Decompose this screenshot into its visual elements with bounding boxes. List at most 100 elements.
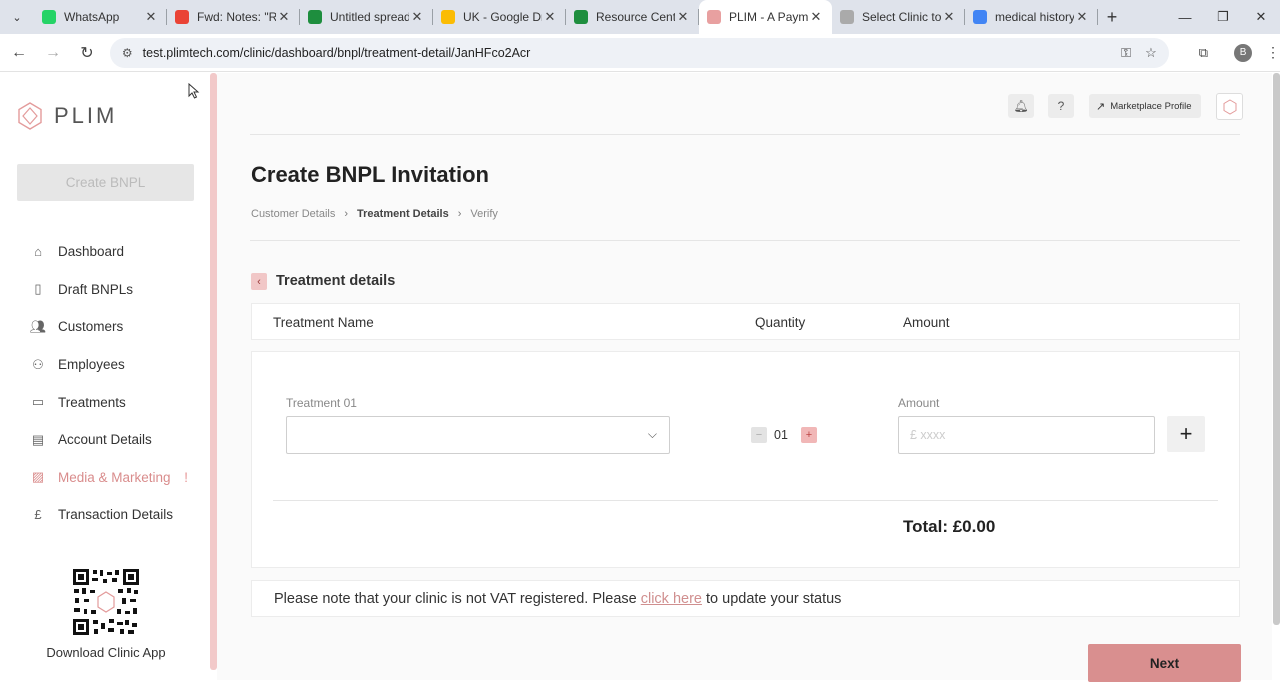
profile-avatar[interactable]: B: [1234, 43, 1253, 62]
vat-note-prefix: Please note that your clinic is not VAT …: [274, 591, 637, 607]
tab-close-icon[interactable]: ✕: [542, 9, 558, 25]
browser-tab[interactable]: UK - Google Drive✕: [433, 0, 566, 34]
sidebar-item-employees[interactable]: ⚇ Employees: [30, 346, 190, 384]
tab-title: Fwd: Notes: "Re:: [197, 10, 276, 24]
chevron-down-icon: ⌵: [647, 427, 657, 441]
vat-note-suffix: to update your status: [706, 591, 842, 607]
sheets-icon: [308, 10, 322, 24]
site-info-icon[interactable]: ⚙: [122, 46, 133, 60]
home-icon: ⌂: [34, 244, 42, 260]
browser-tab[interactable]: Untitled spreadsheet✕: [300, 0, 433, 34]
google-icon: [973, 10, 987, 24]
bookmark-star-icon[interactable]: ☆: [1145, 45, 1157, 61]
quantity-increment-button[interactable]: +: [801, 427, 817, 443]
breadcrumb-treatment-details[interactable]: Treatment Details: [357, 208, 449, 220]
page-title: Create BNPL Invitation: [251, 162, 489, 187]
tab-close-icon[interactable]: ✕: [143, 9, 159, 25]
sidebar-item-media-marketing[interactable]: ▨ Media & Marketing!: [30, 459, 190, 497]
browser-tab[interactable]: medical history ✕: [965, 0, 1098, 34]
sidebar-item-label: Treatments: [58, 394, 126, 410]
extensions-icon[interactable]: ⧉: [1199, 45, 1208, 61]
back-arrow-icon[interactable]: ←: [4, 38, 34, 68]
vat-note: Please note that your clinic is not VAT …: [251, 580, 1240, 617]
tab-title: PLIM - A Payment: [729, 10, 808, 24]
forward-arrow-icon[interactable]: →: [38, 38, 68, 68]
document-icon: ▯: [34, 281, 42, 297]
sidebar-item-label: Customers: [58, 319, 124, 335]
reload-icon[interactable]: ↻: [72, 38, 102, 68]
maximize-icon[interactable]: ❐: [1204, 0, 1242, 34]
plim-logo[interactable]: PLIM: [16, 102, 117, 130]
treatment-select[interactable]: ⌵: [286, 416, 670, 454]
sidebar-item-dashboard[interactable]: ⌂ Dashboard: [30, 233, 190, 271]
sidebar-item-label: Media & Marketing: [58, 469, 171, 485]
whatsapp-icon: [42, 10, 56, 24]
qr-code: [72, 568, 140, 636]
browser-tab[interactable]: WhatsApp ✕: [34, 0, 167, 34]
download-clinic-app-label[interactable]: Download Clinic App: [0, 645, 212, 660]
pound-icon: £: [34, 507, 42, 523]
total-amount: Total: £0.00: [903, 517, 996, 536]
sidebar-item-account-details[interactable]: ▤ Account Details: [30, 421, 190, 459]
breadcrumb-divider: [250, 240, 1240, 241]
browser-tab[interactable]: PLIM - A Payment✕: [699, 0, 832, 34]
next-button[interactable]: Next: [1088, 644, 1241, 682]
tab-close-icon[interactable]: ✕: [675, 9, 691, 25]
amount-input[interactable]: [898, 416, 1155, 454]
add-treatment-plus-icon[interactable]: +: [1167, 416, 1205, 452]
tab-close-icon[interactable]: ✕: [1074, 9, 1090, 25]
password-key-icon[interactable]: ⚿: [1121, 45, 1131, 61]
marketplace-profile-button[interactable]: ↗ Marketplace Profile: [1089, 94, 1201, 118]
quantity-decrement-button[interactable]: −: [751, 427, 767, 443]
treatments-icon: ▭: [31, 394, 45, 410]
user-plus-icon: ⚇: [32, 356, 44, 372]
header-amount: Amount: [903, 315, 950, 330]
tab-close-icon[interactable]: ✕: [409, 9, 425, 25]
sidebar-item-label: Account Details: [58, 432, 152, 448]
create-bnpl-button[interactable]: Create BNPL: [17, 164, 194, 201]
clinic-avatar[interactable]: [1216, 93, 1243, 120]
card-divider: [273, 500, 1218, 501]
help-icon[interactable]: ?: [1048, 94, 1074, 118]
browser-menu-icon[interactable]: ⋮: [1266, 44, 1280, 61]
logo-text: PLIM: [54, 103, 118, 128]
users-icon: 👥︎: [29, 318, 47, 334]
mouse-cursor-icon: [188, 83, 200, 99]
breadcrumb-verify[interactable]: Verify: [470, 208, 498, 220]
sidebar-scrollbar[interactable]: [210, 73, 217, 670]
breadcrumb: Customer Details › Treatment Details › V…: [251, 208, 498, 220]
browser-tab[interactable]: Select Clinic to c✕: [832, 0, 965, 34]
tab-search-chevron-icon[interactable]: ⌄: [0, 0, 34, 34]
page-scrollbar[interactable]: [1273, 73, 1280, 625]
tab-title: Select Clinic to c: [862, 10, 941, 24]
header-treatment-name: Treatment Name: [273, 315, 374, 330]
tab-close-icon[interactable]: ✕: [941, 9, 957, 25]
tab-close-icon[interactable]: ✕: [808, 9, 824, 25]
browser-toolbar: ← → ↻ ⚙ test.plimtech.com/clinic/dashboa…: [0, 34, 1280, 72]
sidebar-item-transaction-details[interactable]: £ Transaction Details: [30, 496, 190, 534]
sidebar-item-draft-bnpls[interactable]: ▯ Draft BNPLs: [30, 271, 190, 309]
quantity-value: 01: [774, 428, 788, 442]
chevron-right-icon: ›: [457, 208, 462, 220]
sidebar-item-treatments[interactable]: ▭ Treatments: [30, 383, 190, 421]
tab-close-icon[interactable]: ✕: [276, 9, 292, 25]
close-window-icon[interactable]: ✕: [1242, 0, 1280, 34]
minimize-icon[interactable]: —: [1166, 0, 1204, 34]
address-bar[interactable]: ⚙ test.plimtech.com/clinic/dashboard/bnp…: [109, 37, 1169, 68]
image-icon: ▨: [31, 469, 45, 485]
plim-logo-icon: [18, 102, 42, 130]
sidebar-item-customers[interactable]: 👥︎ Customers: [30, 308, 190, 346]
breadcrumb-customer-details[interactable]: Customer Details: [251, 208, 335, 220]
sidebar-item-label: Draft BNPLs: [58, 281, 134, 297]
vat-click-here-link[interactable]: click here: [641, 591, 702, 607]
browser-tab[interactable]: Resource Centre✕: [566, 0, 699, 34]
tab-title: medical history: [995, 10, 1074, 24]
section-title: Treatment details: [276, 273, 396, 289]
browser-tab[interactable]: Fwd: Notes: "Re:✕: [167, 0, 300, 34]
tab-separator: [1097, 9, 1098, 25]
drive-icon: [441, 10, 455, 24]
gmail-icon: [175, 10, 189, 24]
notifications-bell-icon[interactable]: 🔔︎: [1008, 94, 1034, 118]
back-chevron-icon[interactable]: ‹: [251, 273, 267, 290]
new-tab-plus-icon[interactable]: +: [1098, 7, 1126, 28]
